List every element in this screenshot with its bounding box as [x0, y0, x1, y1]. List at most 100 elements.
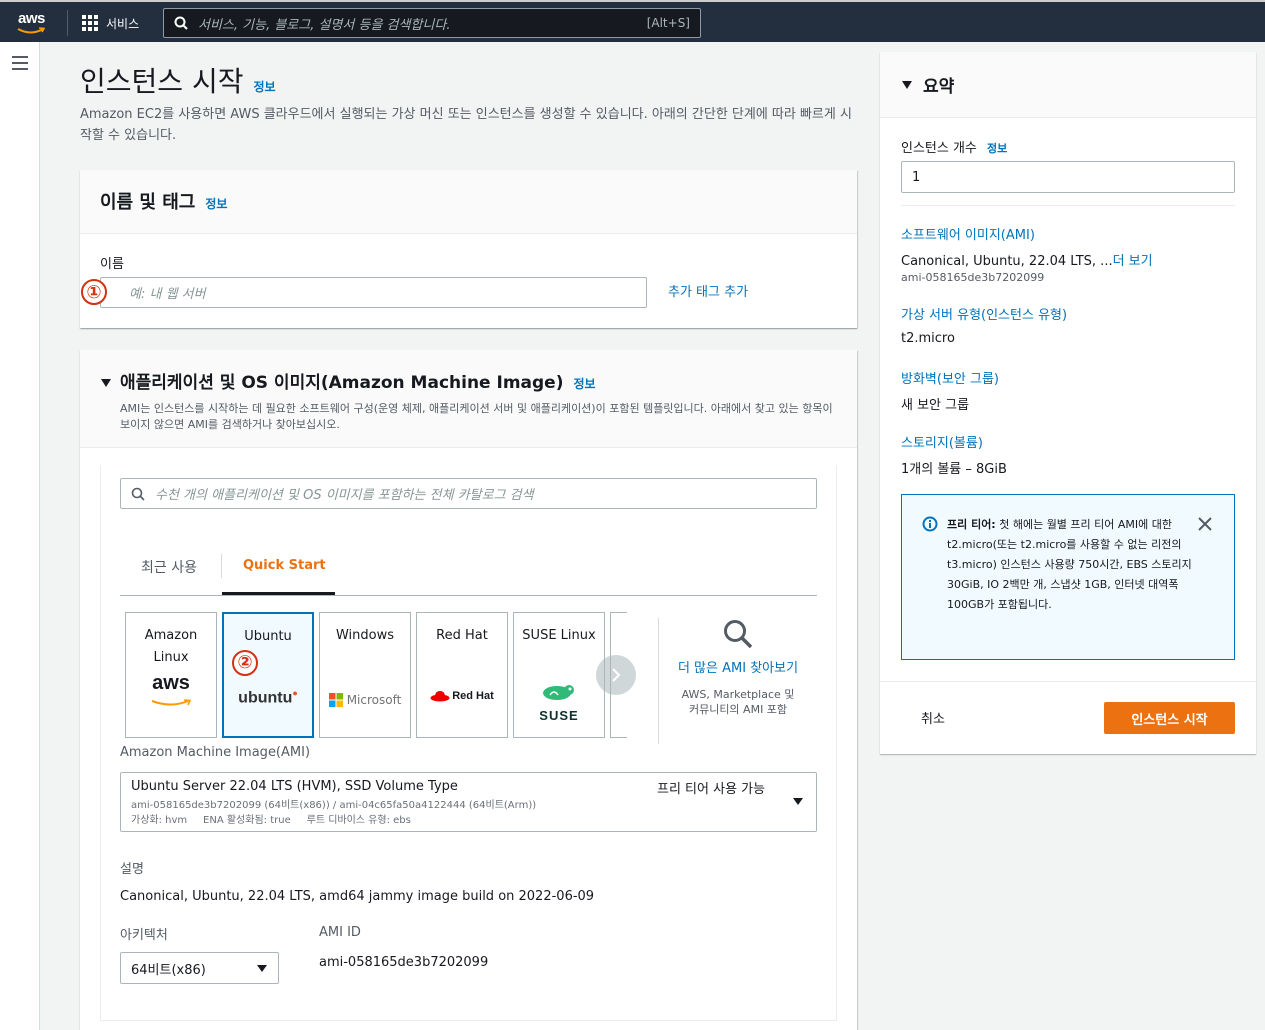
global-search-input[interactable]: 서비스, 기능, 블로그, 설명서 등을 검색합니다. [Alt+S]: [163, 8, 701, 38]
grid-icon: [82, 15, 98, 31]
summary-header: 요약: [880, 52, 1256, 118]
ami-summary-value: Canonical, Ubuntu, 22.04 LTS, ...더 보기: [901, 250, 1153, 269]
microsoft-logo-text: Microsoft: [346, 693, 402, 707]
caret-down-icon[interactable]: [100, 378, 112, 388]
suse-logo-text: SUSE: [539, 708, 579, 723]
footer-divider: [880, 681, 1256, 682]
step-marker-1: ①: [81, 279, 107, 305]
info-link[interactable]: 정보: [253, 78, 275, 95]
ami-search-input[interactable]: 수천 개의 애플리케이션 및 OS 이미지를 포함하는 전체 카탈로그 검색: [120, 478, 817, 509]
caret-down-icon: [793, 798, 803, 805]
info-link[interactable]: 정보: [205, 195, 227, 212]
panel-description: AMI는 인스턴스를 시작하는 데 필요한 소프트웨어 구성(운영 체제, 애플…: [120, 402, 833, 431]
page-title: 인스턴스 시작 정보: [80, 60, 276, 100]
tile-label: Red Hat: [436, 628, 488, 643]
ami-ids: ami-058165de3b7202099 (64비트(x86)) / ami-…: [131, 800, 537, 811]
top-nav: aws 서비스 서비스, 기능, 블로그, 설명서 등을 검색합니다. [Alt…: [0, 0, 1265, 42]
redhat-logo-text: Red Hat: [452, 690, 494, 702]
summary-title: 요약: [923, 77, 955, 97]
info-link[interactable]: 정보: [987, 142, 1007, 155]
panel-header: 이름 및 태그 정보: [80, 170, 857, 234]
browse-more-desc: AWS, Marketplace 및 커뮤니티의 AMI 포함: [681, 688, 795, 716]
browse-more-link[interactable]: 더 많은 AMI 찾아보기: [668, 658, 808, 679]
tab-divider: [221, 554, 222, 578]
alert-title: 프리 티어:: [947, 518, 996, 531]
suse-logo: SUSE: [514, 683, 604, 723]
search-placeholder: 서비스, 기능, 블로그, 설명서 등을 검색합니다.: [198, 17, 451, 33]
instance-count-label: 인스턴스 개수 정보: [901, 137, 1007, 156]
free-tier-badge: 프리 티어 사용 가능: [657, 782, 766, 797]
description-label: 설명: [120, 862, 144, 877]
chevron-right-icon: [612, 668, 621, 682]
ami-tile-suse[interactable]: SUSE Linux SUSE: [513, 612, 605, 738]
see-more-link[interactable]: 더 보기: [1113, 254, 1153, 269]
storage-value: 1개의 볼륨 – 8GiB: [901, 462, 1007, 477]
summary-divider: [901, 205, 1235, 206]
redhat-logo: Red Hat: [417, 690, 507, 702]
aws-logo: aws: [126, 673, 216, 715]
page-description: Amazon EC2를 사용하면 AWS 클라우드에서 실행되는 가상 머신 또…: [80, 107, 852, 143]
caret-down-icon[interactable]: [901, 80, 913, 90]
redhat-icon: [430, 691, 450, 702]
architecture-label: 아키텍처: [120, 928, 168, 943]
services-menu[interactable]: 서비스: [82, 13, 139, 33]
search-icon: [174, 16, 188, 30]
tab-recent[interactable]: 최근 사용: [141, 557, 197, 577]
architecture-select[interactable]: 64비트(x86): [120, 952, 279, 984]
ami-tile-amazon-linux[interactable]: Amazon Linux aws: [125, 612, 217, 738]
description-value: Canonical, Ubuntu, 22.04 LTS, amd64 jamm…: [120, 889, 595, 904]
windows-icon: [328, 693, 343, 707]
instance-count-input[interactable]: 1: [901, 161, 1235, 193]
add-tags-link[interactable]: 추가 태그 추가: [668, 281, 748, 300]
aws-logo-text: aws: [152, 672, 190, 694]
firewall-link[interactable]: 방화벽(보안 그룹): [901, 368, 999, 387]
instance-type-link[interactable]: 가상 서버 유형(인스턴스 유형): [901, 304, 1067, 323]
ami-summary-text: Canonical, Ubuntu, 22.04 LTS, ...: [901, 254, 1113, 269]
panel-title: 애플리케이션 및 OS 이미지(Amazon Machine Image): [120, 373, 564, 393]
firewall-value: 새 보안 그룹: [901, 398, 970, 413]
aws-logo[interactable]: aws: [14, 8, 54, 38]
ami-select[interactable]: Ubuntu Server 22.04 LTS (HVM), SSD Volum…: [120, 772, 817, 832]
ami-summary-id: ami-058165de3b7202099: [901, 271, 1045, 284]
architecture-value: 64비트(x86): [131, 962, 206, 978]
menu-icon[interactable]: [12, 56, 28, 74]
microsoft-logo: Microsoft: [320, 689, 410, 711]
search-shortcut: [Alt+S]: [646, 16, 690, 30]
tab-list: 최근 사용 Quick Start: [120, 545, 817, 596]
ami-summary-link[interactable]: 소프트웨어 이미지(AMI): [901, 224, 1035, 243]
ami-meta: 가상화: hvm ENA 활성화됨: true 루트 디바이스 유형: ebs: [131, 815, 411, 826]
tile-label: Amazon: [144, 628, 198, 643]
cancel-button[interactable]: 취소: [921, 708, 945, 727]
ami-id-value: ami-058165de3b7202099: [319, 955, 489, 970]
info-icon: [922, 516, 938, 532]
search-icon: [131, 487, 145, 501]
ami-tile-ubuntu[interactable]: Ubuntu ② ubuntu●: [222, 612, 314, 738]
browse-more-amis[interactable]: 더 많은 AMI 찾아보기 AWS, Marketplace 및 커뮤니티의 A…: [668, 618, 808, 717]
name-label: 이름: [100, 257, 124, 272]
launch-instance-button[interactable]: 인스턴스 시작: [1104, 702, 1235, 734]
panel-title: 이름 및 태그: [100, 192, 196, 213]
tile-label: SUSE Linux: [522, 628, 596, 643]
name-input[interactable]: 예: 내 웹 서버: [100, 277, 647, 308]
ami-tile-windows[interactable]: Windows Microsoft: [319, 612, 411, 738]
tile-divider: [658, 618, 659, 744]
instance-count-text: 인스턴스 개수: [901, 141, 977, 156]
tile-label-line2: Linux: [153, 650, 189, 665]
active-tab-indicator: [222, 592, 335, 595]
carousel-next-button[interactable]: [596, 655, 636, 695]
name-tags-panel: 이름 및 태그 정보 이름 예: 내 웹 서버 ① 추가 태그 추가: [80, 170, 857, 328]
ami-tile-redhat[interactable]: Red Hat Red Hat: [416, 612, 508, 738]
ami-search-placeholder: 수천 개의 애플리케이션 및 OS 이미지를 포함하는 전체 카탈로그 검색: [155, 488, 534, 503]
tab-quick-start[interactable]: Quick Start: [243, 558, 326, 573]
services-label: 서비스: [106, 16, 140, 31]
instance-type-value: t2.micro: [901, 331, 955, 346]
ubuntu-logo-text: ubuntu: [238, 689, 293, 707]
storage-link[interactable]: 스토리지(볼륨): [901, 432, 983, 451]
chameleon-icon: [543, 685, 574, 700]
info-link[interactable]: 정보: [573, 375, 595, 392]
panel-header: 애플리케이션 및 OS 이미지(Amazon Machine Image) 정보…: [80, 350, 857, 448]
caret-down-icon: [257, 964, 267, 972]
magnifier-icon: [724, 620, 753, 649]
close-icon[interactable]: [1198, 517, 1212, 531]
instance-count-value: 1: [912, 169, 921, 185]
